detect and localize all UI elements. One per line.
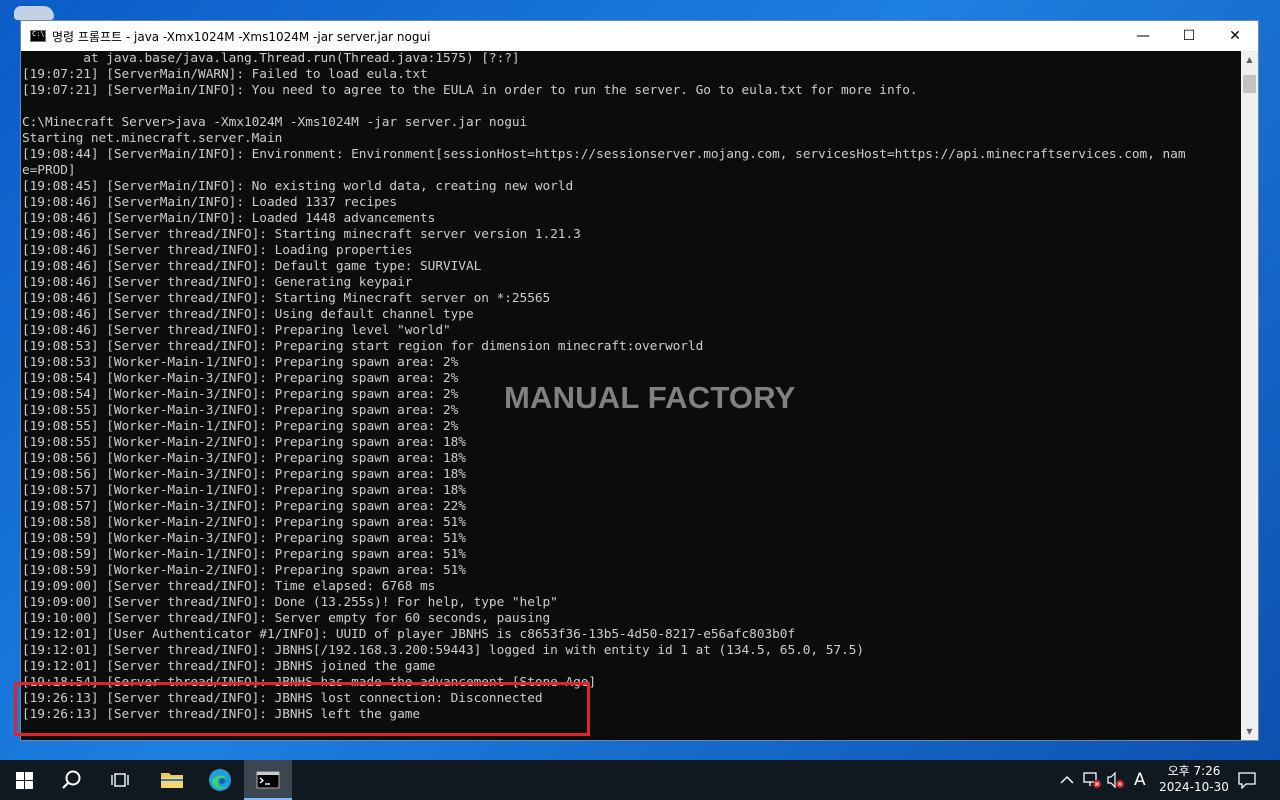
cmd-icon: [30, 30, 46, 42]
vertical-scrollbar[interactable]: ▲ ▼: [1241, 51, 1258, 740]
console-line: [19:08:46] [Server thread/INFO]: Generat…: [22, 275, 413, 290]
network-disconnected-icon[interactable]: [1082, 771, 1102, 789]
console-line: [19:08:44] [ServerMain/INFO]: Environmen…: [22, 147, 1186, 162]
console-line: [19:08:46] [ServerMain/INFO]: Loaded 144…: [22, 211, 436, 226]
console-line: [19:09:00] [Server thread/INFO]: Done (1…: [22, 595, 558, 610]
window-title: 명령 프롬프트 - java -Xmx1024M -Xms1024M -jar …: [52, 29, 431, 44]
close-button[interactable]: ✕: [1212, 21, 1258, 51]
console-line: [19:07:21] [ServerMain/INFO]: You need t…: [22, 83, 918, 98]
console-line: [19:08:46] [Server thread/INFO]: Default…: [22, 259, 482, 274]
volume-muted-icon[interactable]: [1106, 771, 1126, 789]
search-icon: [62, 770, 81, 789]
desktop-icon[interactable]: [14, 6, 54, 20]
console-line: [19:08:46] [ServerMain/INFO]: Loaded 133…: [22, 195, 398, 210]
console-line: [19:08:55] [Worker-Main-1/INFO]: Prepari…: [22, 419, 459, 434]
console-line: [19:12:01] [User Authenticator #1/INFO]:…: [22, 627, 796, 642]
console-line: [19:08:59] [Worker-Main-2/INFO]: Prepari…: [22, 563, 466, 578]
scroll-thumb[interactable]: [1243, 75, 1256, 93]
edge-button[interactable]: [196, 760, 244, 800]
console-line: Starting net.minecraft.server.Main: [22, 131, 283, 146]
console-line: [19:08:53] [Worker-Main-1/INFO]: Prepari…: [22, 355, 459, 370]
chevron-up-icon[interactable]: [1060, 775, 1074, 785]
console-line: [19:12:01] [Server thread/INFO]: JBNHS j…: [22, 659, 436, 674]
window-controls: — ☐ ✕: [1120, 21, 1258, 51]
console-line: at java.base/java.lang.Thread.run(Thread…: [22, 51, 520, 66]
edge-icon: [209, 769, 231, 791]
console-line: [19:08:46] [Server thread/INFO]: Prepari…: [22, 323, 451, 338]
terminal-icon: [256, 771, 280, 789]
console-line: [19:09:00] [Server thread/INFO]: Time el…: [22, 579, 436, 594]
notification-button[interactable]: [1222, 760, 1272, 800]
console-line: [19:08:56] [Worker-Main-3/INFO]: Prepari…: [22, 451, 466, 466]
console-line: [19:12:01] [Server thread/INFO]: JBNHS[/…: [22, 643, 864, 658]
console-line: [19:08:46] [Server thread/INFO]: Startin…: [22, 291, 551, 306]
system-tray: A: [1056, 760, 1156, 800]
title-bar[interactable]: 명령 프롬프트 - java -Xmx1024M -Xms1024M -jar …: [21, 21, 1258, 51]
file-explorer-button[interactable]: [148, 760, 196, 800]
console-line: [19:08:57] [Worker-Main-3/INFO]: Prepari…: [22, 499, 466, 514]
console-line: [19:08:55] [Worker-Main-2/INFO]: Prepari…: [22, 435, 466, 450]
folder-icon: [161, 773, 183, 788]
console-line: [19:07:21] [ServerMain/WARN]: Failed to …: [22, 67, 428, 82]
highlight-box: [14, 682, 590, 736]
console-line: [19:08:53] [Server thread/INFO]: Prepari…: [22, 339, 704, 354]
command-prompt-taskbar-button[interactable]: [244, 760, 292, 800]
console-line: [19:10:00] [Server thread/INFO]: Server …: [22, 611, 551, 626]
maximize-button[interactable]: ☐: [1166, 21, 1212, 51]
console-line: [19:08:59] [Worker-Main-1/INFO]: Prepari…: [22, 547, 466, 562]
search-button[interactable]: [48, 760, 96, 800]
scroll-up-arrow-icon[interactable]: ▲: [1241, 51, 1258, 68]
console-line: [19:08:57] [Worker-Main-1/INFO]: Prepari…: [22, 483, 466, 498]
notification-icon: [1238, 772, 1256, 789]
ime-indicator[interactable]: A: [1134, 770, 1146, 790]
console-line: [19:08:46] [Server thread/INFO]: Startin…: [22, 227, 581, 242]
console-line: e=PROD]: [22, 163, 76, 178]
task-view-icon: [111, 773, 129, 787]
console-line: [19:08:58] [Worker-Main-2/INFO]: Prepari…: [22, 515, 466, 530]
minimize-button[interactable]: —: [1120, 21, 1166, 51]
console-line: [19:08:45] [ServerMain/INFO]: No existin…: [22, 179, 574, 194]
console-line: [19:08:56] [Worker-Main-3/INFO]: Prepari…: [22, 467, 466, 482]
console-line: C:\Minecraft Server>java -Xmx1024M -Xms1…: [22, 115, 528, 130]
watermark: MANUAL FACTORY: [504, 380, 796, 415]
console-line: [19:08:46] [Server thread/INFO]: Loading…: [22, 243, 413, 258]
console-line: [19:08:59] [Worker-Main-3/INFO]: Prepari…: [22, 531, 466, 546]
scroll-down-arrow-icon[interactable]: ▼: [1241, 723, 1258, 740]
taskbar: A 오후 7:26 2024-10-30: [0, 760, 1280, 800]
task-view-button[interactable]: [96, 760, 144, 800]
start-button[interactable]: [0, 760, 48, 800]
console-line: [19:08:46] [Server thread/INFO]: Using d…: [22, 307, 474, 322]
windows-icon: [15, 771, 33, 789]
